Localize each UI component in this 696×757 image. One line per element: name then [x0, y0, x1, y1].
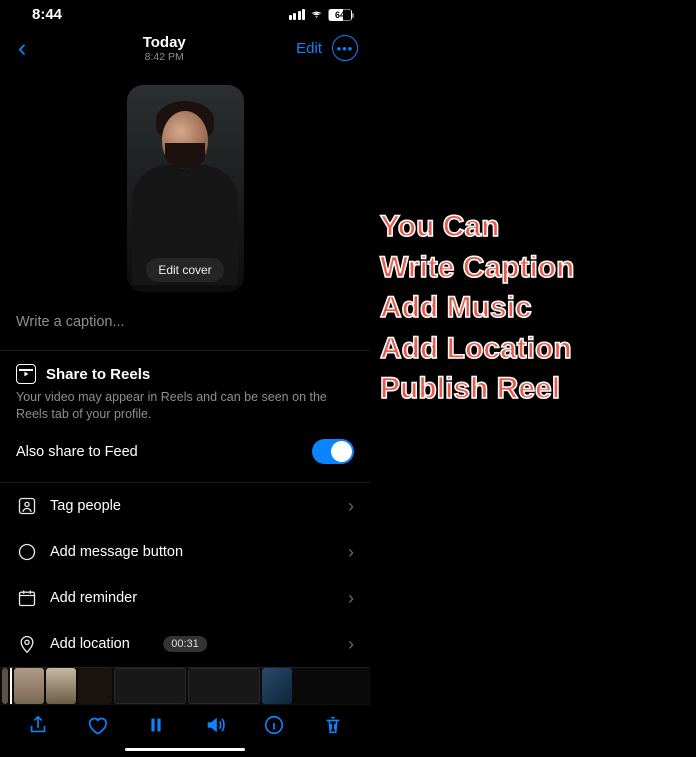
cover-illustration-beard	[165, 143, 205, 169]
message-icon	[16, 541, 38, 563]
timeline-thumbnail	[262, 668, 292, 704]
player-toolbar	[0, 705, 370, 745]
nav-title: Today	[32, 34, 296, 51]
phone-screenshot-panel: 8:44 64 ‹ Today 8:42 PM Edit ••• Edit co…	[0, 0, 370, 757]
chevron-right-icon: ›	[348, 542, 354, 563]
home-indicator[interactable]	[125, 748, 245, 751]
chevron-right-icon: ›	[348, 634, 354, 655]
nav-subtitle: 8:42 PM	[32, 51, 296, 63]
add-reminder-label: Add reminder	[50, 590, 137, 606]
add-reminder-row[interactable]: Add reminder ›	[0, 575, 370, 621]
battery-indicator: 64	[328, 9, 352, 21]
annotation-line: Add Music	[380, 288, 686, 329]
volume-button[interactable]	[201, 711, 229, 739]
annotation-line: You Can	[380, 207, 686, 248]
also-share-feed-row: Also share to Feed	[0, 427, 370, 482]
cover-area: Edit cover	[0, 67, 370, 300]
options-list: Tag people › Add message button › Add re…	[0, 483, 370, 667]
favorite-button[interactable]	[83, 711, 111, 739]
tag-people-row[interactable]: Tag people ›	[0, 483, 370, 529]
edit-button[interactable]: Edit	[296, 40, 322, 57]
timeline-thumbnail	[188, 668, 260, 704]
cellular-signal-icon	[289, 9, 306, 20]
also-share-feed-label: Also share to Feed	[16, 444, 138, 460]
caption-input[interactable]: Write a caption...	[0, 300, 370, 350]
back-button[interactable]: ‹	[12, 34, 32, 63]
status-indicators: 64	[289, 9, 353, 21]
share-to-reels-title: Share to Reels	[46, 366, 150, 383]
annotation-line: Write Caption	[380, 248, 686, 289]
timeline-thumbnail	[46, 668, 76, 704]
annotation-line: Publish Reel	[380, 369, 686, 410]
more-options-button[interactable]: •••	[332, 35, 358, 61]
status-clock: 8:44	[32, 6, 62, 23]
share-to-reels-section: Share to Reels Your video may appear in …	[0, 350, 370, 427]
add-location-label: Add location	[50, 636, 130, 652]
calendar-icon	[16, 587, 38, 609]
timeline-thumbnail	[2, 668, 8, 704]
share-button[interactable]	[24, 711, 52, 739]
chevron-right-icon: ›	[348, 588, 354, 609]
add-message-button-label: Add message button	[50, 544, 183, 560]
video-timeline[interactable]	[0, 667, 370, 705]
status-bar: 8:44 64	[0, 0, 370, 30]
timeline-playhead[interactable]	[10, 667, 12, 705]
edit-cover-button[interactable]: Edit cover	[146, 258, 223, 282]
video-timecode: 00:31	[163, 636, 207, 652]
also-share-feed-toggle[interactable]	[312, 439, 354, 464]
pause-button[interactable]	[142, 711, 170, 739]
chevron-right-icon: ›	[348, 496, 354, 517]
annotation-panel: You Can Write Caption Add Music Add Loca…	[370, 0, 696, 757]
reels-icon	[16, 364, 36, 384]
tag-people-label: Tag people	[50, 498, 121, 514]
reel-cover-preview[interactable]: Edit cover	[127, 85, 244, 292]
delete-button[interactable]	[319, 711, 347, 739]
navigation-bar: ‹ Today 8:42 PM Edit •••	[0, 30, 370, 67]
timeline-thumbnail	[14, 668, 44, 704]
wifi-icon	[309, 9, 324, 21]
add-message-button-row[interactable]: Add message button ›	[0, 529, 370, 575]
annotation-text: You Can Write Caption Add Music Add Loca…	[380, 207, 686, 410]
info-button[interactable]	[260, 711, 288, 739]
timeline-thumbnail	[78, 668, 112, 704]
share-to-reels-description: Your video may appear in Reels and can b…	[16, 389, 354, 423]
add-location-row[interactable]: Add location 00:31 ›	[0, 621, 370, 667]
tag-people-icon	[16, 495, 38, 517]
annotation-line: Add Location	[380, 329, 686, 370]
location-pin-icon	[16, 633, 38, 655]
timeline-thumbnail	[114, 668, 186, 704]
